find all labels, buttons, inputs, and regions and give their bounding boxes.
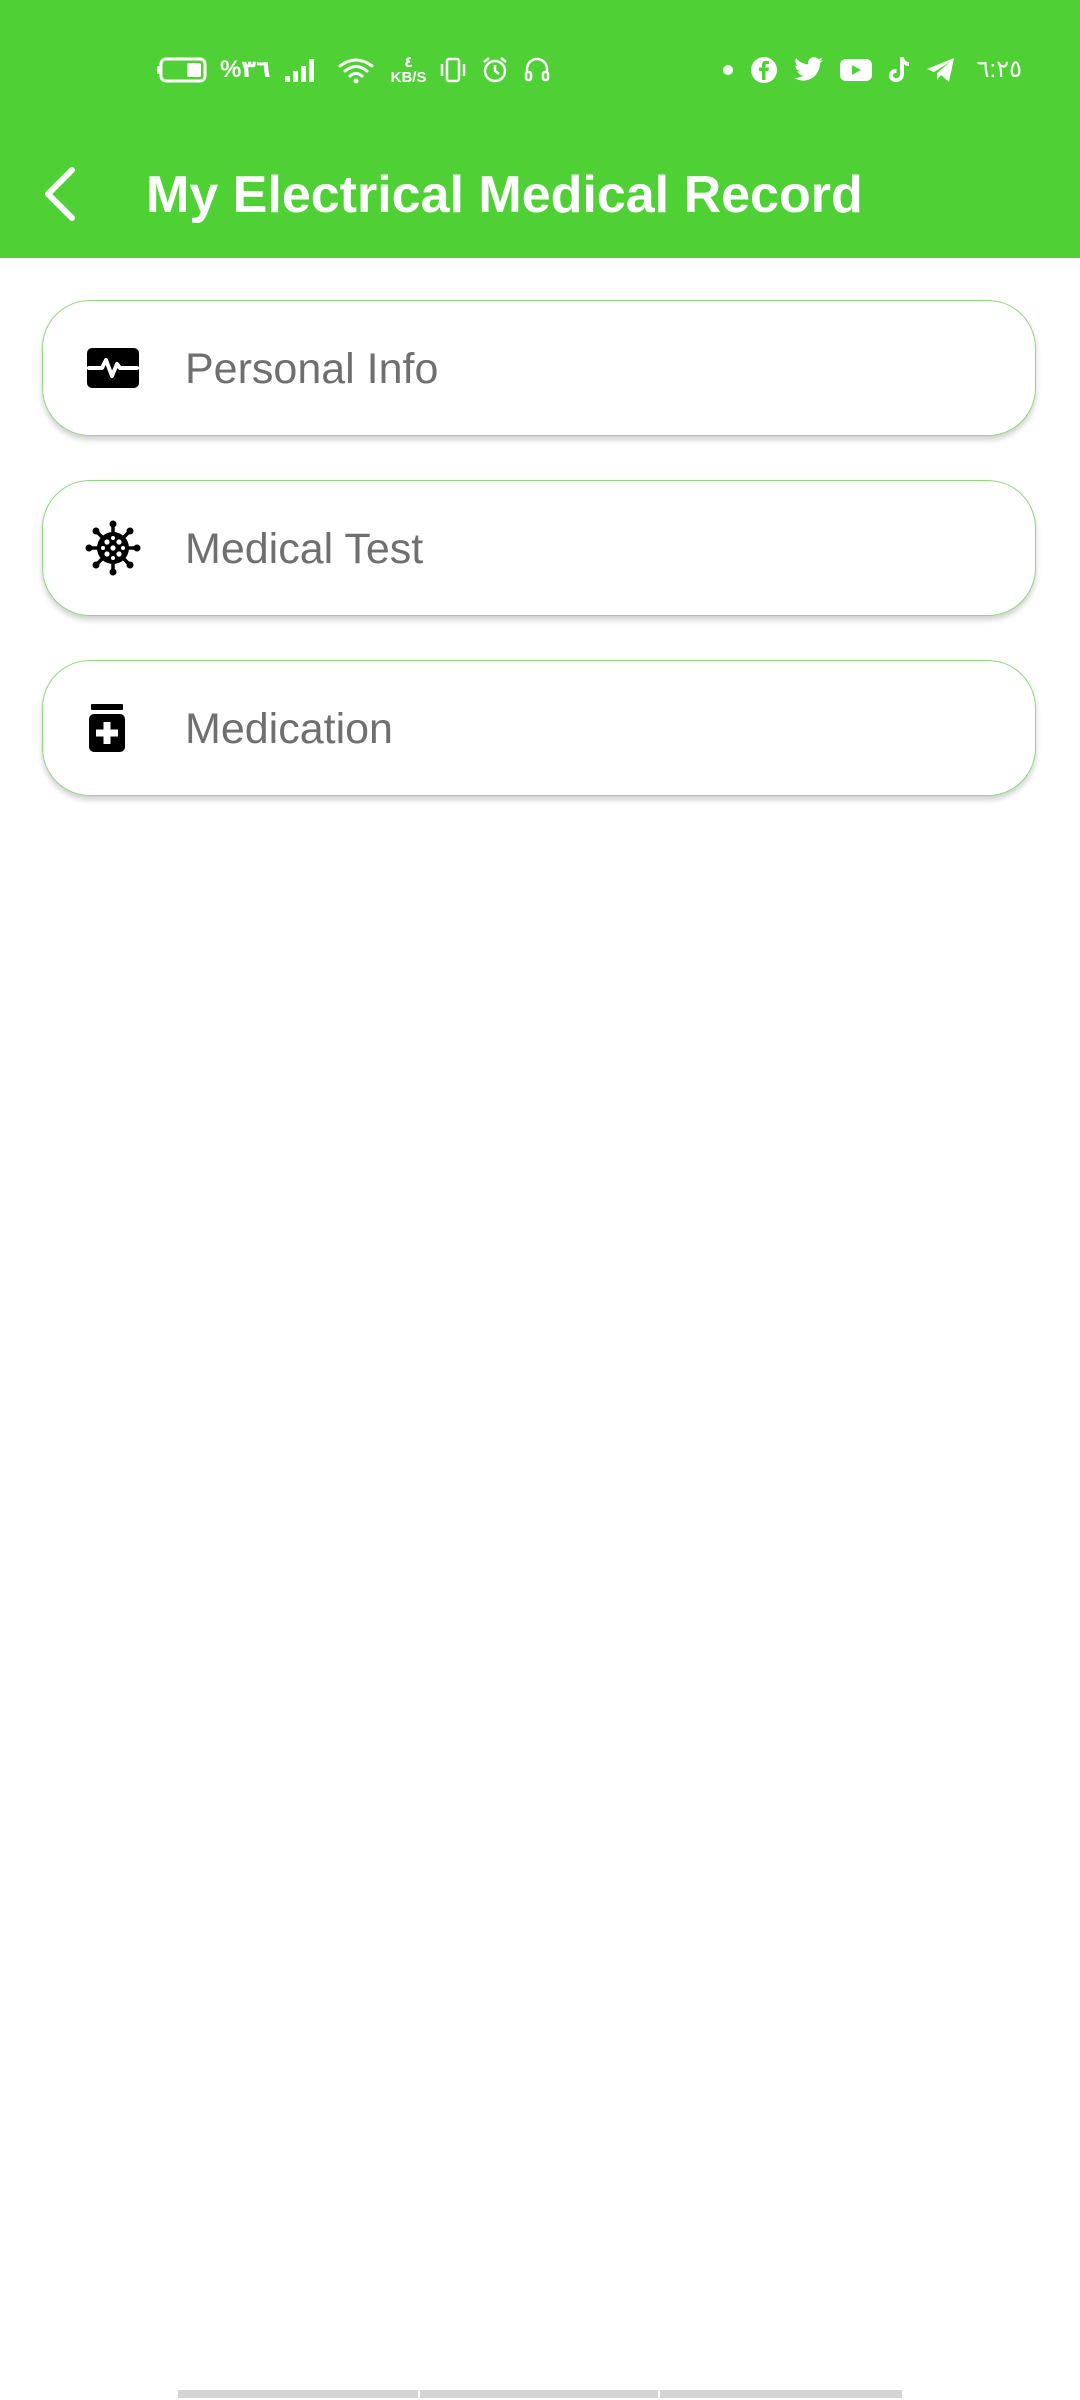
notification-dot-icon bbox=[721, 63, 735, 77]
battery-icon bbox=[156, 56, 208, 84]
facebook-icon bbox=[749, 55, 779, 85]
nav-hint-right bbox=[660, 2390, 902, 2398]
status-bar-right: ٦:٢٥ bbox=[721, 50, 1022, 90]
virus-icon bbox=[85, 519, 141, 577]
vibrate-icon bbox=[438, 55, 468, 85]
menu-list: Personal Info Medical Test Medication bbox=[42, 300, 1038, 840]
health-card-icon bbox=[85, 339, 141, 397]
battery-percent: %٣٦ bbox=[220, 56, 271, 83]
tiktok-icon bbox=[887, 55, 911, 85]
signal-icon bbox=[283, 56, 317, 84]
screen: %٣٦ ٤ KB/S ٦:٢٥ My Electrical Medical Re… bbox=[0, 0, 1080, 2400]
headset-icon bbox=[522, 55, 552, 85]
network-speed-value: ٤ bbox=[403, 54, 414, 71]
menu-item-medication[interactable]: Medication bbox=[42, 660, 1036, 796]
alarm-icon bbox=[480, 55, 510, 85]
twitter-icon bbox=[793, 56, 825, 84]
menu-item-label: Personal Info bbox=[185, 344, 439, 393]
menu-item-medical-test[interactable]: Medical Test bbox=[42, 480, 1036, 616]
network-speed-unit: KB/S bbox=[390, 69, 427, 86]
network-speed: ٤ KB/S bbox=[391, 55, 427, 85]
clock-time: ٦:٢٥ bbox=[976, 56, 1022, 83]
nav-hint-left bbox=[178, 2390, 418, 2398]
app-bar: %٣٦ ٤ KB/S ٦:٢٥ My Electrical Medical Re… bbox=[0, 0, 1080, 258]
telegram-icon bbox=[925, 56, 957, 84]
wifi-icon bbox=[337, 56, 375, 84]
nav-hint-center bbox=[420, 2390, 658, 2398]
menu-item-label: Medical Test bbox=[185, 524, 424, 573]
status-bar-left: %٣٦ ٤ KB/S bbox=[156, 50, 552, 90]
menu-item-label: Medication bbox=[185, 704, 393, 753]
chevron-left-icon bbox=[45, 167, 75, 221]
medicine-bottle-icon bbox=[85, 699, 129, 757]
back-button[interactable] bbox=[22, 156, 98, 232]
menu-item-personal-info[interactable]: Personal Info bbox=[42, 300, 1036, 436]
toolbar: My Electrical Medical Record bbox=[0, 136, 1080, 258]
page-title: My Electrical Medical Record bbox=[146, 166, 863, 224]
youtube-icon bbox=[839, 57, 873, 83]
status-bar: %٣٦ ٤ KB/S ٦:٢٥ bbox=[0, 0, 1080, 136]
